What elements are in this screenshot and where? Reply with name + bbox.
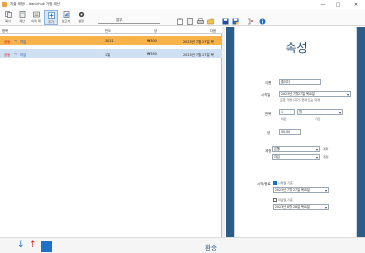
add-button-label: 추가: [48, 20, 54, 24]
category-label: 계정: [265, 149, 272, 153]
report-button[interactable]: 보고서: [59, 10, 73, 25]
report-button-label: 보고서: [61, 19, 71, 23]
schedule-end-picker[interactable]: 2023년 8월 28일 목요일: [273, 204, 329, 210]
add-button[interactable]: 추가: [44, 10, 58, 25]
copy-icon: [4, 11, 12, 18]
row-amount: ₩350: [147, 51, 157, 56]
start-date-hint: 포함 거래 (과거, 현재 또는 미래: [280, 98, 321, 102]
summary-label: 환승: [205, 244, 217, 252]
start-date-checkbox[interactable]: [273, 181, 277, 185]
clipboard-icon[interactable]: [176, 18, 183, 25]
header-frequency[interactable]: 빈도: [105, 28, 111, 33]
bottom-bar: ↓ ↑ 환승: [0, 237, 365, 253]
amount-label: 양: [267, 131, 271, 135]
row-name: 차입: [20, 39, 27, 44]
move-up-icon[interactable]: ↑: [29, 241, 37, 250]
save-as-icon[interactable]: [232, 18, 239, 25]
row-frequency: 3021: [105, 38, 114, 43]
end-date-option-label: 마감일 기준: [278, 198, 293, 202]
row-arrow: →: [14, 38, 17, 43]
close-button[interactable]: ✕: [350, 0, 362, 9]
name-field[interactable]: 출이다: [279, 79, 321, 85]
paste-icon[interactable]: [186, 18, 193, 25]
group-label: 업무: [116, 18, 123, 22]
app-icon: [2, 2, 7, 7]
row-tag: 공동: [4, 52, 11, 57]
row-amount: ₩300: [147, 38, 157, 43]
properties-panel: 속성 이름 출이다 시작일 2023년 7월27일 목요일 포함 거래 (과거,…: [226, 27, 365, 237]
category2-select[interactable]: 차입: [272, 154, 320, 160]
account-button-label: 이의 계: [31, 19, 41, 23]
list-item[interactable]: 공동 → 차입 3021 ₩300 2023년 7월 27일 목: [0, 36, 222, 45]
calculator-icon: [19, 11, 26, 18]
save-icon[interactable]: [222, 18, 229, 25]
account-icon: [32, 11, 40, 18]
list-header: 항목 빈도 양 다음: [0, 27, 222, 34]
start-date-option-label: 시작일 기준: [278, 181, 293, 185]
panel-title: 속성: [285, 41, 308, 55]
schedule-start-picker[interactable]: 2023년 7월 27일 목요일: [273, 187, 329, 193]
properties-form: 속성 이름 출이다 시작일 2023년 7월27일 목요일 포함 거래 (과거,…: [234, 27, 357, 237]
row-next: 2023년 7월 27일 목: [183, 39, 214, 44]
settings-button[interactable]: 설정: [74, 10, 88, 25]
calculate-button[interactable]: 계산: [15, 10, 29, 25]
folder-icon[interactable]: [207, 18, 214, 25]
move-down-icon[interactable]: ↓: [17, 241, 25, 250]
report-icon: [63, 11, 70, 18]
transaction-list: 항목 빈도 양 다음 공동 → 차입 3021 ₩300 2023년 7월 27…: [0, 27, 222, 237]
title-bar: 지출 재정! - danichuk 가정 재산: [0, 0, 365, 9]
info-icon[interactable]: [259, 18, 266, 25]
copy-button[interactable]: 복사: [1, 10, 15, 25]
minimize-button[interactable]: —: [317, 0, 329, 9]
color-swatch[interactable]: [41, 241, 52, 252]
window-title: 지출 재정! - danichuk 가정 재산: [10, 2, 60, 6]
start-date-picker[interactable]: 2023년 7월27일 목요일: [279, 91, 351, 97]
category-suffix: 계좌: [323, 147, 329, 151]
settings-button-label: 설정: [78, 19, 84, 23]
schedule-label: 시작/종료: [257, 182, 271, 186]
repeat-period-label: 기간: [315, 117, 321, 121]
calculate-button-label: 계산: [19, 19, 25, 23]
row-frequency: 1일: [105, 52, 111, 57]
group-divider: [98, 23, 160, 24]
category-select[interactable]: 은행: [272, 146, 320, 152]
repeat-unit-select[interactable]: 월: [297, 109, 343, 115]
row-tag: 공동: [4, 39, 11, 44]
list-item[interactable]: 공동 → 차입 1일 ₩350 2023년 7월 27일 목: [0, 49, 222, 58]
header-amount[interactable]: 양: [154, 28, 157, 33]
toolbar: 복사 계산 이의 계 추가 보고서 설정 업무 + ⧉ −: [0, 9, 365, 33]
copy-button-label: 복사: [5, 19, 11, 23]
start-date-label: 시작일: [261, 93, 271, 97]
repeat-count-field[interactable]: 1: [279, 109, 295, 115]
row-arrow: →: [14, 51, 17, 56]
repeat-sub-label: 어린: [281, 117, 287, 121]
row-name: 차입: [20, 52, 27, 57]
list-scrollbar[interactable]: [222, 27, 225, 237]
category2-suffix: 계정: [323, 155, 329, 159]
add-icon: [47, 12, 55, 19]
name-label: 이름: [265, 81, 272, 85]
row-next: 2023년 7월 27일 목: [183, 52, 214, 57]
amount-field[interactable]: 50.00: [279, 129, 301, 135]
header-next[interactable]: 다음: [210, 28, 216, 33]
account-button[interactable]: 이의 계: [29, 10, 43, 25]
filter-icon[interactable]: [247, 18, 254, 25]
repeat-label: 반복: [265, 112, 272, 116]
gear-icon: [78, 11, 85, 18]
end-date-checkbox[interactable]: [273, 198, 277, 202]
print-icon[interactable]: [197, 18, 204, 25]
header-item[interactable]: 항목: [2, 28, 8, 33]
maximize-button[interactable]: □: [332, 0, 344, 9]
